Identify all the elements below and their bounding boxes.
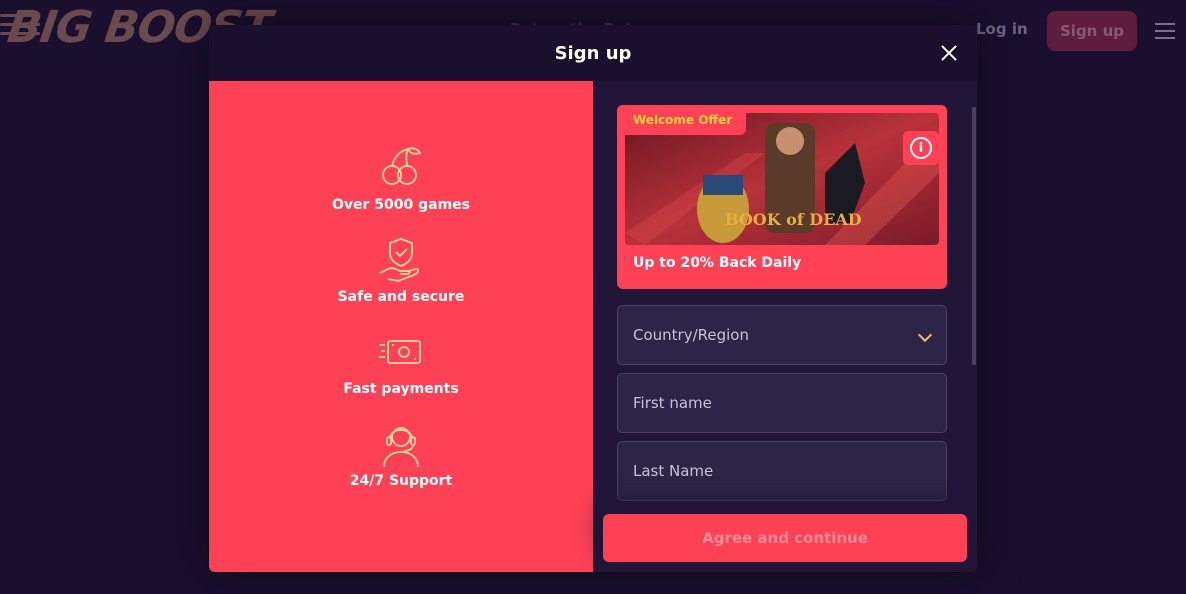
promo-text: Up to 20% Back Daily [633,255,802,271]
first-name-field[interactable]: First name [617,373,947,433]
welcome-offer-badge: Welcome Offer [617,105,747,135]
feature-label: Safe and secure [337,289,465,305]
feature-security: Safe and secure [209,235,593,305]
close-icon[interactable] [937,41,961,65]
shield-hand-icon [376,235,426,285]
feature-games: Over 5000 games [209,143,593,213]
feature-label: 24/7 Support [349,473,453,489]
login-link[interactable]: Log in [976,20,1028,38]
agree-continue-button[interactable]: Agree and continue [603,514,967,562]
signup-modal: Sign up Over 5000 games Safe and secure … [209,25,977,572]
scrollbar[interactable] [972,107,976,365]
country-select[interactable]: Country/Region [617,305,947,365]
info-icon: i [910,137,932,159]
chevron-down-icon [917,327,933,343]
feature-label: Over 5000 games [331,197,471,213]
first-name-placeholder: First name [633,394,712,412]
info-button[interactable]: i [903,131,939,165]
cherries-icon [376,143,426,193]
money-icon [376,327,426,377]
feature-label: Fast payments [343,381,459,397]
feature-payments: Fast payments [209,327,593,397]
svg-text:BOOK of DEAD: BOOK of DEAD [725,210,862,229]
modal-title: Sign up [554,42,632,64]
last-name-placeholder: Last Name [633,462,714,480]
menu-icon[interactable] [1155,23,1175,39]
header-signup-button[interactable]: Sign up [1047,11,1137,51]
welcome-offer-card[interactable]: BOOK of DEAD i Welcome Offer Up to 20% B… [617,105,947,289]
last-name-field[interactable]: Last Name [617,441,947,501]
features-panel: Over 5000 games Safe and secure Fast pay… [209,81,593,572]
feature-support: 24/7 Support [209,419,593,489]
modal-header: Sign up [209,25,977,81]
country-select-label: Country/Region [633,326,749,344]
headset-icon [376,419,426,469]
